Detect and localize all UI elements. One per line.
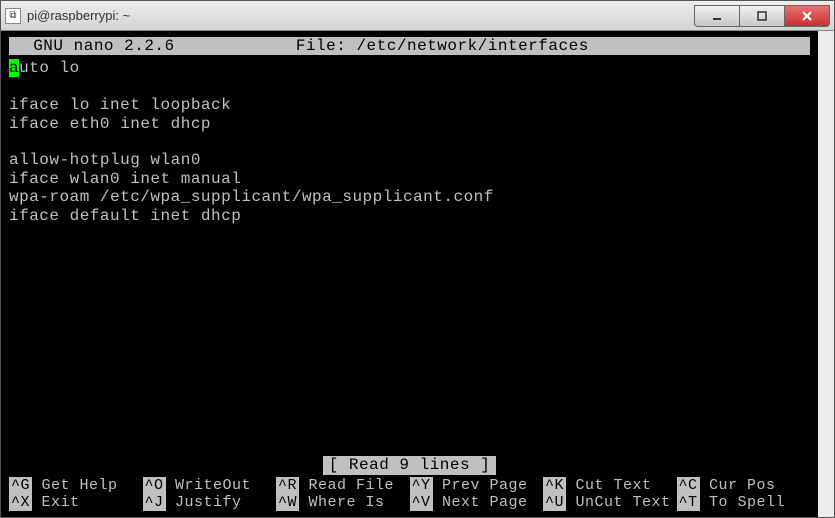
minimize-icon	[711, 10, 723, 22]
minimize-button[interactable]	[694, 5, 740, 27]
line-3: iface lo inet loopback	[9, 96, 231, 114]
status-text: [ Read 9 lines ]	[323, 456, 497, 474]
close-button[interactable]	[784, 5, 830, 27]
shortcut-where-is: ^W Where Is	[276, 494, 410, 511]
line-8: wpa-roam /etc/wpa_supplicant/wpa_supplic…	[9, 188, 494, 206]
nano-version: GNU nano 2.2.6	[33, 37, 174, 55]
window-controls	[695, 5, 830, 27]
app-icon: ⧉	[5, 8, 21, 24]
maximize-button[interactable]	[739, 5, 785, 27]
app-window: ⧉ pi@raspberrypi: ~ GNU nano 2.2.6 File:…	[0, 0, 835, 518]
shortcut-cut-text: ^K Cut Text	[543, 477, 677, 494]
shortcut-row-1: ^G Get Help ^O WriteOut ^R Read File ^Y …	[9, 477, 810, 494]
shortcut-to-spell: ^T To Spell	[677, 494, 811, 511]
terminal[interactable]: GNU nano 2.2.6 File: /etc/network/interf…	[1, 31, 834, 517]
line-9: iface default inet dhcp	[9, 207, 241, 225]
shortcut-prev-page: ^Y Prev Page	[410, 477, 544, 494]
maximize-icon	[756, 10, 768, 22]
shortcut-exit: ^X Exit	[9, 494, 143, 511]
shortcut-writeout: ^O WriteOut	[143, 477, 277, 494]
line-4: iface eth0 inet dhcp	[9, 115, 211, 133]
app-icon-glyph: ⧉	[9, 10, 16, 21]
status-line: [ Read 9 lines ]	[9, 456, 810, 474]
shortcut-get-help: ^G Get Help	[9, 477, 143, 494]
editor-content[interactable]: auto lo iface lo inet loopback iface eth…	[9, 59, 810, 456]
nano-header: GNU nano 2.2.6 File: /etc/network/interf…	[9, 37, 810, 55]
shortcut-next-page: ^V Next Page	[410, 494, 544, 511]
line-6: allow-hotplug wlan0	[9, 151, 201, 169]
cursor: a	[9, 59, 19, 77]
shortcut-cur-pos: ^C Cur Pos	[677, 477, 811, 494]
shortcut-justify: ^J Justify	[143, 494, 277, 511]
shortcut-uncut-text: ^U UnCut Text	[543, 494, 677, 511]
window-title: pi@raspberrypi: ~	[27, 8, 695, 23]
line-1: uto lo	[19, 59, 80, 77]
close-icon	[801, 10, 813, 22]
nano-file: File: /etc/network/interfaces	[296, 37, 589, 55]
shortcut-read-file: ^R Read File	[276, 477, 410, 494]
line-7: iface wlan0 inet manual	[9, 170, 241, 188]
titlebar[interactable]: ⧉ pi@raspberrypi: ~	[1, 1, 834, 31]
shortcut-row-2: ^X Exit ^J Justify ^W Where Is ^V Next P…	[9, 494, 810, 511]
